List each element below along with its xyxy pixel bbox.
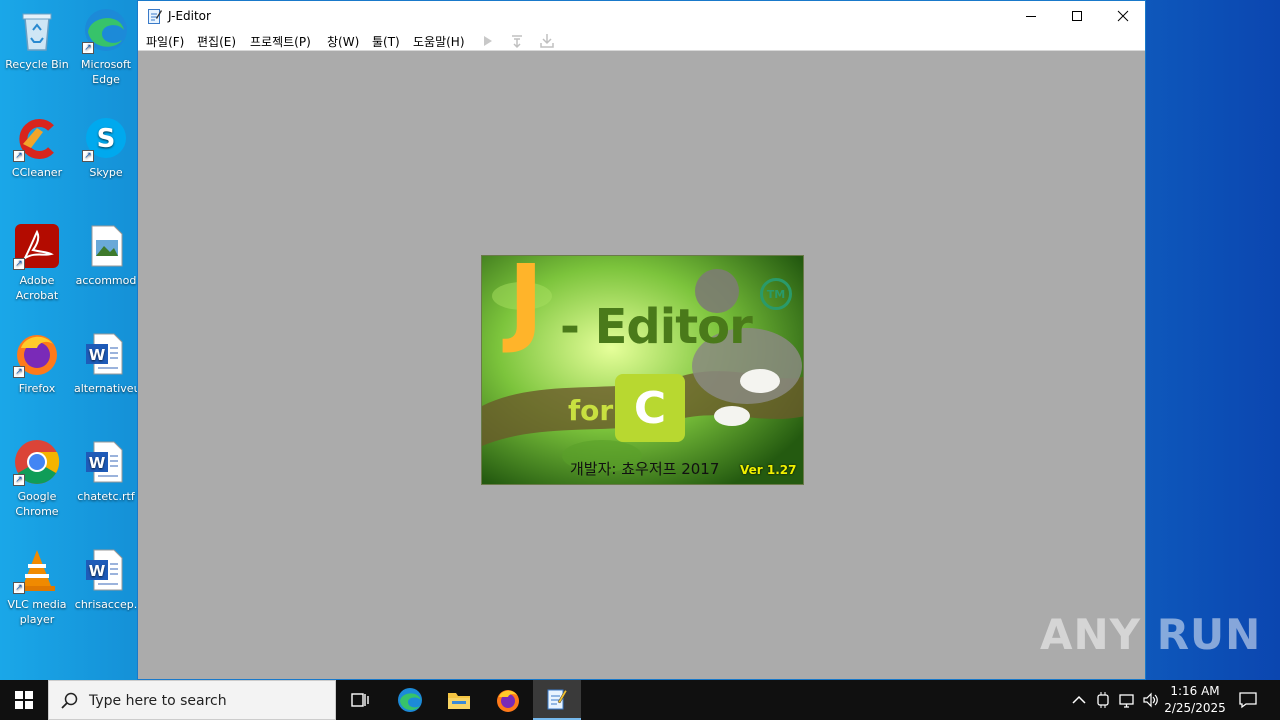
firefox-icon: ↗ <box>13 330 61 378</box>
edge-icon <box>398 688 422 712</box>
menu-window[interactable]: 창(W) <box>327 33 359 50</box>
chevron-up-icon[interactable] <box>1070 691 1088 709</box>
notification-icon[interactable] <box>1238 691 1257 709</box>
close-icon <box>1117 10 1129 22</box>
edge-icon: ↗ <box>82 6 130 54</box>
desktop-icon-label: VLC media player <box>7 598 67 626</box>
c-badge: C <box>615 374 685 442</box>
desktop-icon-ccleaner[interactable]: ↗ CCleaner <box>0 114 74 180</box>
menu-project[interactable]: 프로젝트(P) <box>250 33 311 50</box>
desktop-icon-label: Skype <box>89 166 123 179</box>
svg-text:W: W <box>89 346 106 364</box>
minimize-button[interactable] <box>1008 1 1054 31</box>
desktop-icon-label: Microsoft Edge <box>80 58 132 86</box>
start-button[interactable] <box>0 680 48 720</box>
desktop-icon-adobe-acrobat[interactable]: ↗ Adobe Acrobat <box>0 222 74 303</box>
desktop-icon-label: CCleaner <box>11 166 63 179</box>
device-icon[interactable] <box>1094 691 1112 709</box>
taskbar: Type here to search 1:16 AM 2/25/2025 <box>0 680 1280 720</box>
desktop-icon-recycle-bin[interactable]: Recycle Bin <box>0 6 74 72</box>
vlc-icon: ↗ <box>13 546 61 594</box>
desktop-icon-label: Adobe Acrobat <box>15 274 59 302</box>
desktop-icon-google-chrome[interactable]: ↗ Google Chrome <box>0 438 74 519</box>
desktop-icon-chatetc[interactable]: W chatetc.rtf <box>74 438 138 504</box>
task-view-button[interactable] <box>336 680 384 720</box>
network-icon[interactable] <box>1118 691 1136 709</box>
minimize-icon <box>1026 16 1036 17</box>
system-clock[interactable]: 1:16 AM 2/25/2025 <box>1160 683 1230 717</box>
volume-icon[interactable] <box>1142 691 1160 709</box>
menu-bar: 파일(F) 편집(E) 프로젝트(P) 창(W) 툴(T) 도움말(H) <box>138 31 1145 51</box>
version-label: Ver 1.27 <box>740 463 797 477</box>
desktop-icon-accommod[interactable]: accommod <box>74 222 138 288</box>
maximize-button[interactable] <box>1054 1 1100 31</box>
maximize-icon <box>1072 11 1082 21</box>
menu-edit[interactable]: 편집(E) <box>197 33 236 50</box>
desktop-icon-firefox[interactable]: ↗ Firefox <box>0 330 74 396</box>
desktop-icon-label: chrisaccep. <box>74 598 138 611</box>
chrome-icon: ↗ <box>13 438 61 486</box>
desktop-icon-label: Google Chrome <box>15 490 59 518</box>
firefox-icon <box>497 690 519 712</box>
task-view-icon <box>351 693 369 707</box>
logo-j: J <box>508 255 544 356</box>
folder-icon <box>448 693 470 709</box>
ccleaner-icon: ↗ <box>13 114 61 162</box>
svg-text:W: W <box>89 454 106 472</box>
desktop-icon-alternativeu[interactable]: W alternativeu <box>74 330 138 396</box>
logo-editor: - Editor <box>560 299 753 355</box>
desktop-icon-microsoft-edge[interactable]: ↗ Microsoft Edge <box>74 6 138 87</box>
desktop-icon-label: alternativeu <box>74 382 138 395</box>
menu-help[interactable]: 도움말(H) <box>413 33 465 50</box>
search-icon <box>61 692 79 710</box>
word-doc-icon: W <box>82 330 130 378</box>
notepad-pen-icon <box>148 8 162 24</box>
word-doc-icon: W <box>82 546 130 594</box>
trademark-text: TM <box>766 287 786 301</box>
desktop-icon-label: Recycle Bin <box>5 58 69 71</box>
build-icon[interactable] <box>508 32 526 50</box>
run-icon[interactable] <box>479 32 497 50</box>
image-file-icon <box>82 222 130 270</box>
recycle-bin-icon <box>13 6 61 54</box>
clock-date: 2/25/2025 <box>1164 701 1226 715</box>
taskbar-edge[interactable] <box>386 680 434 720</box>
anyrun-watermark: ANY RUN <box>1040 610 1262 659</box>
menu-file[interactable]: 파일(F) <box>146 33 184 50</box>
download-icon[interactable] <box>538 32 556 50</box>
desktop-icon-label: accommod <box>75 274 137 287</box>
menu-tools[interactable]: 툴(T) <box>372 33 400 50</box>
skype-icon: S ↗ <box>82 114 130 162</box>
desktop-icon-vlc[interactable]: ↗ VLC media player <box>0 546 74 627</box>
search-placeholder: Type here to search <box>89 693 227 709</box>
taskbar-j-editor[interactable] <box>533 680 581 720</box>
desktop-icon-chrisaccep[interactable]: W chrisaccep. <box>74 546 138 612</box>
desktop-icon-label: Firefox <box>18 382 56 395</box>
notepad-pen-icon <box>547 689 568 710</box>
window-title: J-Editor <box>168 9 211 23</box>
acrobat-icon: ↗ <box>13 222 61 270</box>
desktop-icon-label: chatetc.rtf <box>77 490 135 503</box>
j-editor-window: J-Editor 파일(F) 편집(E) 프로젝트(P) 창(W) 툴(T) 도… <box>137 0 1146 680</box>
title-bar[interactable]: J-Editor <box>138 1 1145 31</box>
clock-time: 1:16 AM <box>1170 684 1220 698</box>
search-box[interactable]: Type here to search <box>48 680 336 720</box>
splash-image: J - Editor TM for C 개발자: 쵸우저프 2017 Ver 1… <box>481 255 804 485</box>
desktop-icon-skype[interactable]: S ↗ Skype <box>74 114 138 180</box>
word-doc-icon: W <box>82 438 130 486</box>
for-text: for <box>568 394 614 427</box>
taskbar-firefox[interactable] <box>484 680 532 720</box>
taskbar-file-explorer[interactable] <box>435 680 483 720</box>
windows-logo-icon <box>15 691 33 709</box>
close-button[interactable] <box>1100 1 1146 31</box>
trademark-badge: TM <box>760 278 792 310</box>
svg-text:W: W <box>89 562 106 580</box>
c-letter: C <box>633 382 667 434</box>
developer-credit: 개발자: 쵸우저프 2017 <box>570 460 720 478</box>
svg-text:S: S <box>97 124 116 154</box>
